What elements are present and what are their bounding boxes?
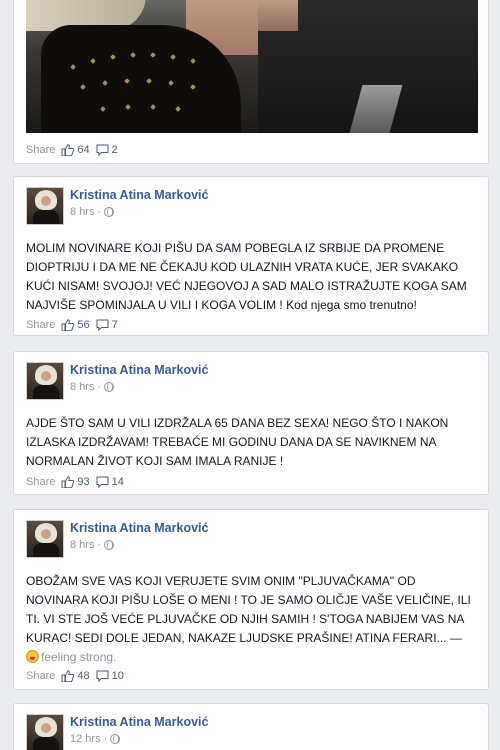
share-link[interactable]: Share — [26, 476, 55, 488]
like-icon[interactable] — [61, 319, 75, 331]
comment-count[interactable]: 2 — [112, 144, 118, 156]
post-time[interactable]: 8 hrs — [70, 206, 94, 218]
post-text: OBOŽAM SVE VAS KOJI VERUJETE SVIM ONIM "… — [26, 572, 476, 667]
comment-icon[interactable] — [96, 476, 109, 488]
post-card: Kristina Atina Marković 12 hrs · — [13, 703, 489, 750]
post-actions: Share 64 2 — [26, 142, 124, 158]
comment-icon[interactable] — [96, 319, 109, 331]
share-link[interactable]: Share — [26, 670, 55, 682]
author-name[interactable]: Kristina Atina Marković — [70, 363, 208, 377]
comment-count[interactable]: 10 — [112, 670, 124, 682]
post-meta: 12 hrs · — [70, 733, 121, 745]
comment-count[interactable]: 7 — [112, 319, 118, 331]
post-card: Kristina Atina Marković 8 hrs · MOLIM NO… — [13, 176, 489, 336]
comment-icon[interactable] — [96, 144, 109, 156]
post-photo[interactable] — [26, 0, 478, 133]
comment-icon[interactable] — [96, 670, 109, 682]
post-card: Share 64 2 — [13, 0, 489, 164]
globe-icon[interactable] — [110, 734, 121, 744]
feeling-label[interactable]: feeling strong. — [41, 650, 116, 664]
post-card: Kristina Atina Marković 8 hrs · OBOŽAM S… — [13, 509, 489, 690]
avatar[interactable] — [26, 362, 64, 400]
author-name[interactable]: Kristina Atina Marković — [70, 521, 208, 535]
like-icon[interactable] — [61, 144, 75, 156]
post-text: MOLIM NOVINARE KOJI PIŠU DA SAM POBEGLA … — [26, 241, 467, 312]
post-body: OBOŽAM SVE VAS KOJI VERUJETE SVIM ONIM "… — [26, 574, 471, 645]
feeling-emoji-icon — [26, 650, 39, 663]
share-link[interactable]: Share — [26, 319, 55, 331]
like-icon[interactable] — [61, 476, 75, 488]
share-link[interactable]: Share — [26, 144, 55, 156]
like-icon[interactable] — [61, 670, 75, 682]
post-time[interactable]: 8 hrs — [70, 381, 94, 393]
like-count[interactable]: 93 — [77, 476, 89, 488]
like-count[interactable]: 48 — [77, 670, 89, 682]
avatar[interactable] — [26, 714, 64, 750]
globe-icon[interactable] — [104, 540, 115, 550]
post-time[interactable]: 8 hrs — [70, 539, 94, 551]
globe-icon[interactable] — [104, 382, 115, 392]
post-meta: 8 hrs · — [70, 381, 115, 393]
like-count[interactable]: 56 — [77, 319, 89, 331]
post-text: AJDE ŠTO SAM U VILI IZDRŽALA 65 DANA BEZ… — [26, 416, 449, 468]
post-actions: Share 56 7 — [26, 317, 124, 333]
post-time[interactable]: 12 hrs — [70, 733, 101, 745]
post-actions: Share 93 14 — [26, 474, 130, 490]
author-name[interactable]: Kristina Atina Marković — [70, 188, 208, 202]
post-card: Kristina Atina Marković 8 hrs · AJDE ŠTO… — [13, 351, 489, 495]
like-count[interactable]: 64 — [77, 144, 89, 156]
comment-count[interactable]: 14 — [112, 476, 124, 488]
post-meta: 8 hrs · — [70, 206, 115, 218]
author-name[interactable]: Kristina Atina Marković — [70, 715, 208, 729]
avatar[interactable] — [26, 520, 64, 558]
post-meta: 8 hrs · — [70, 539, 115, 551]
avatar[interactable] — [26, 187, 64, 225]
globe-icon[interactable] — [104, 207, 115, 217]
post-actions: Share 48 10 — [26, 668, 130, 684]
